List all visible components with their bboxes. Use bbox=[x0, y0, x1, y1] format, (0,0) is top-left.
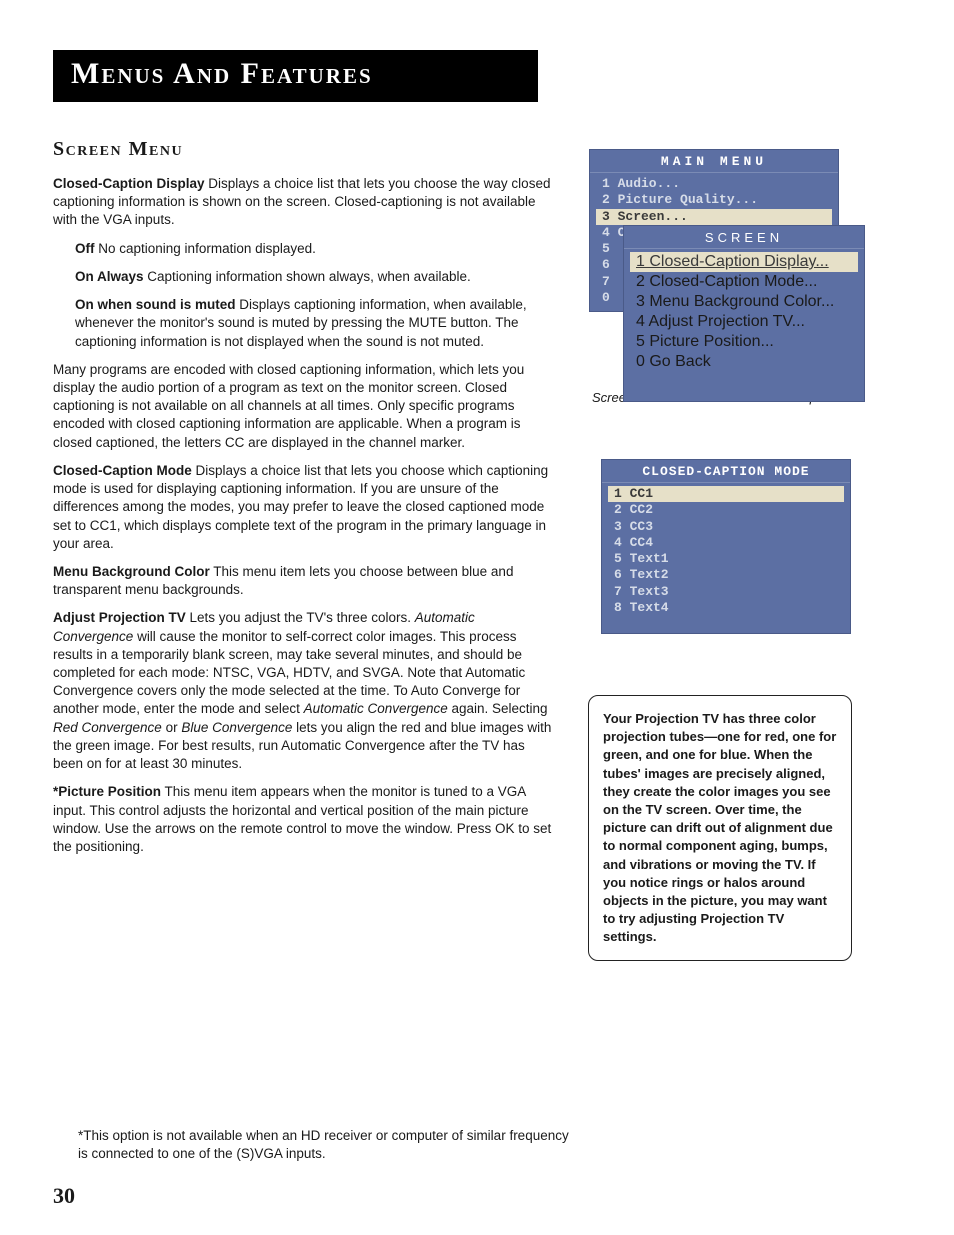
closed-caption-display-para: Closed-Caption Display Displays a choice… bbox=[53, 175, 558, 230]
osd-item: 7 Text3 bbox=[608, 584, 844, 600]
option-on-always: On Always Captioning information shown a… bbox=[75, 268, 558, 286]
main-text-column: Screen Menu Closed-Caption Display Displ… bbox=[53, 136, 558, 961]
osd-main-title: MAIN MENU bbox=[590, 150, 838, 173]
osd-item: 0 Go Back bbox=[630, 352, 858, 372]
body-text: Lets you adjust the TV's three colors. bbox=[186, 610, 415, 625]
italic-blue-conv: Blue Convergence bbox=[181, 720, 292, 735]
osd-item: 3 CC3 bbox=[608, 519, 844, 535]
option-on-muted: On when sound is muted Displays captioni… bbox=[75, 296, 558, 351]
term-on-muted: On when sound is muted bbox=[75, 297, 236, 312]
picture-position-para: *Picture Position This menu item appears… bbox=[53, 783, 558, 856]
page-number: 30 bbox=[53, 1183, 75, 1209]
osd-item-selected: 1 Closed-Caption Display... bbox=[630, 252, 858, 272]
term-closed-caption-mode: Closed-Caption Mode bbox=[53, 463, 192, 478]
option-definitions: Off No captioning information displayed.… bbox=[53, 240, 558, 351]
osd-screen-items: 1 Closed-Caption Display... 2 Closed-Cap… bbox=[624, 249, 864, 377]
osd-screen-submenu: SCREEN 1 Closed-Caption Display... 2 Clo… bbox=[624, 226, 864, 401]
footnote: *This option is not available when an HD… bbox=[78, 1127, 578, 1163]
osd-item-selected: 1 CC1 bbox=[608, 486, 844, 502]
osd-item: 1 Audio... bbox=[596, 176, 832, 192]
sidebar-column: MAIN MENU 1 Audio... 2 Picture Quality..… bbox=[586, 136, 901, 961]
term-menu-bg-color: Menu Background Color bbox=[53, 564, 210, 579]
osd-item: 4 CC4 bbox=[608, 535, 844, 551]
body-text: again. Selecting bbox=[448, 701, 548, 716]
menu-background-color-para: Menu Background Color This menu item let… bbox=[53, 563, 558, 599]
projection-tv-note: Your Projection TV has three color proje… bbox=[588, 695, 852, 961]
osd-ccmode-menu: CLOSED-CAPTION MODE 1 CC1 2 CC2 3 CC3 4 … bbox=[602, 460, 850, 633]
osd-ccmode-title: CLOSED-CAPTION MODE bbox=[602, 460, 850, 483]
term-on-always: On Always bbox=[75, 269, 144, 284]
term-off: Off bbox=[75, 241, 95, 256]
osd-item-selected: 3 Screen... bbox=[596, 209, 832, 225]
section-title: Screen Menu bbox=[53, 136, 558, 163]
osd-item: 6 Text2 bbox=[608, 567, 844, 583]
term-picture-position: *Picture Position bbox=[53, 784, 161, 799]
italic-auto-conv-2: Automatic Convergence bbox=[304, 701, 448, 716]
osd-item: 3 Menu Background Color... bbox=[630, 292, 858, 312]
osd-item: 4 Adjust Projection TV... bbox=[630, 312, 858, 332]
cc-explanation-para: Many programs are encoded with closed ca… bbox=[53, 361, 558, 452]
osd-item: 8 Text4 bbox=[608, 600, 844, 616]
body-text: No captioning information displayed. bbox=[95, 241, 316, 256]
osd-item: 2 Closed-Caption Mode... bbox=[630, 272, 858, 292]
body-text: Captioning information shown always, whe… bbox=[144, 269, 471, 284]
osd-item: 5 Picture Position... bbox=[630, 332, 858, 352]
term-closed-caption-display: Closed-Caption Display bbox=[53, 176, 205, 191]
option-off: Off No captioning information displayed. bbox=[75, 240, 558, 258]
osd-screen-title: SCREEN bbox=[624, 226, 864, 249]
term-adjust-projection: Adjust Projection TV bbox=[53, 610, 186, 625]
closed-caption-mode-para: Closed-Caption Mode Displays a choice li… bbox=[53, 462, 558, 553]
italic-red-conv: Red Convergence bbox=[53, 720, 162, 735]
osd-item: 2 Picture Quality... bbox=[596, 192, 832, 208]
adjust-projection-tv-para: Adjust Projection TV Lets you adjust the… bbox=[53, 609, 558, 773]
osd-item: 5 Text1 bbox=[608, 551, 844, 567]
osd-item: 2 CC2 bbox=[608, 502, 844, 518]
osd-ccmode-items: 1 CC1 2 CC2 3 CC3 4 CC4 5 Text1 6 Text2 … bbox=[602, 483, 850, 621]
body-text: or bbox=[162, 720, 182, 735]
osd-main-menu-figure: MAIN MENU 1 Audio... 2 Picture Quality..… bbox=[586, 150, 901, 380]
chapter-header: Menus and Features bbox=[53, 50, 538, 102]
